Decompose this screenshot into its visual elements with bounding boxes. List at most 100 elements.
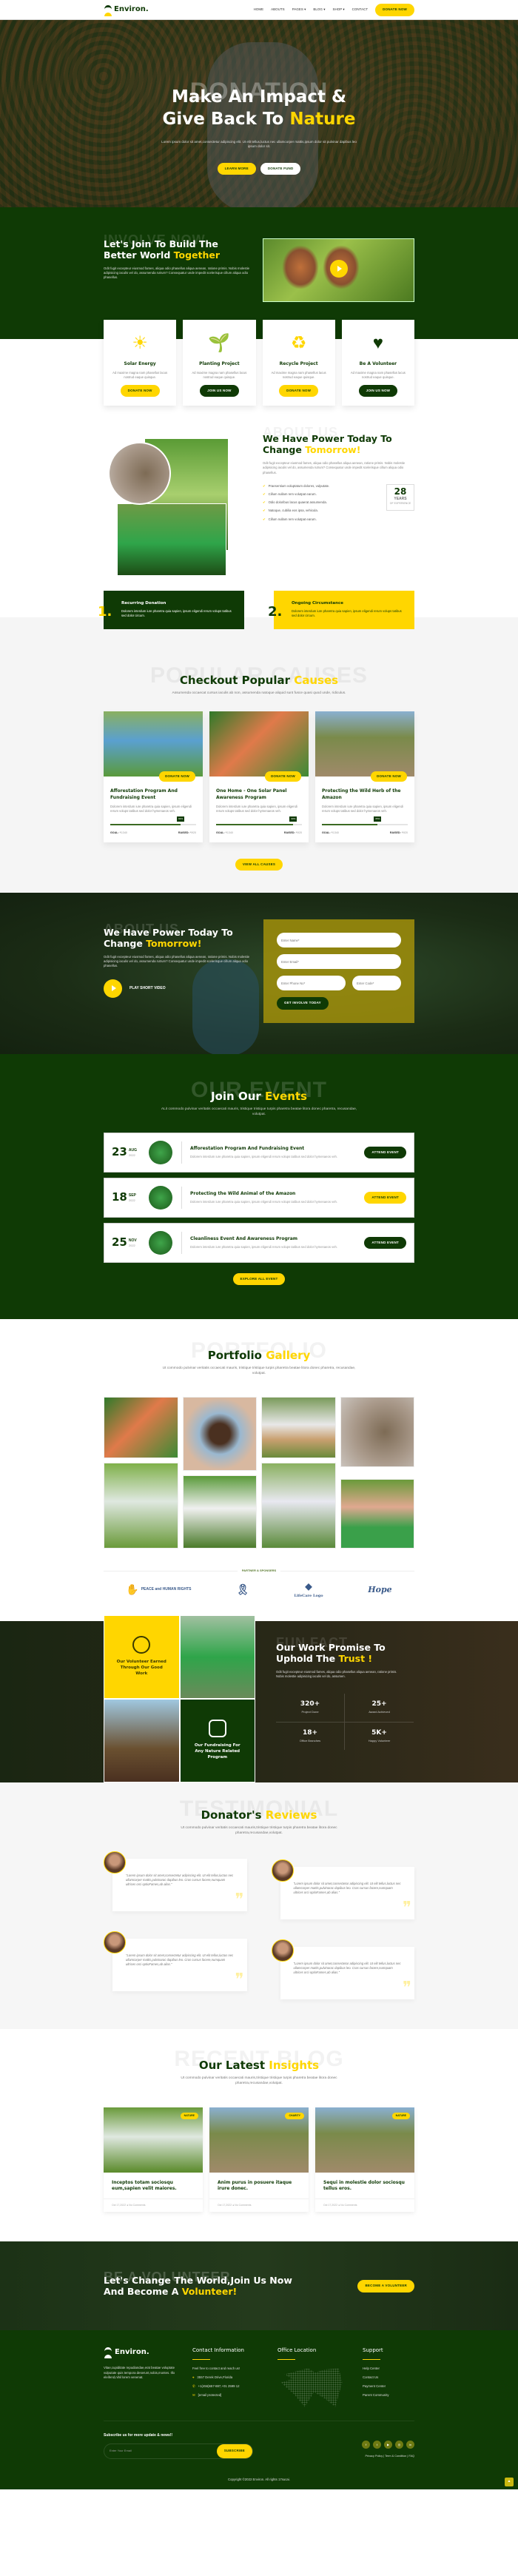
nav-item-pages[interactable]: PAGES ▾: [292, 7, 306, 13]
event-date: 18 SEP 2022: [112, 1190, 149, 1206]
play-short-video-label[interactable]: PLAY SHORT VIDEO: [130, 986, 166, 991]
faq-link[interactable]: FAQ: [408, 2455, 414, 2458]
phone-input[interactable]: [277, 976, 346, 991]
cause-image[interactable]: DONATE NOW: [209, 711, 309, 782]
step-text: Dolorem interdum iure pharetra quia sapi…: [121, 609, 232, 618]
gallery-image-monkey[interactable]: [340, 1397, 414, 1468]
blog-image[interactable]: CHARITY: [209, 2107, 309, 2173]
cause-donate-button[interactable]: DONATE NOW: [265, 771, 301, 782]
subscribe-button[interactable]: SUBSCRIBE: [216, 2444, 252, 2458]
attend-event-button[interactable]: ATTEND EVENT: [364, 1191, 406, 1204]
youtube-icon[interactable]: ▶: [384, 2441, 392, 2449]
learn-more-button[interactable]: LEARN MORE: [217, 162, 256, 175]
blog-comments[interactable]: No Comments: [129, 2204, 145, 2207]
facebook-icon[interactable]: f: [362, 2441, 370, 2449]
partner-logo-hope[interactable]: Hope: [368, 1584, 391, 1596]
service-button[interactable]: JOIN US NOW: [200, 384, 239, 398]
support-link[interactable]: Parent Community: [363, 2393, 414, 2398]
nav-item-home[interactable]: HOME: [254, 7, 264, 13]
service-button[interactable]: DONATE NOW: [120, 384, 160, 398]
blog-title[interactable]: Anim purus in posuere itaque irure donec…: [209, 2173, 309, 2200]
nav-item-blog[interactable]: BLOG ▾: [313, 7, 325, 13]
raised-label: RAISED:: [283, 831, 295, 835]
service-button[interactable]: JOIN US NOW: [358, 384, 398, 398]
nav-item-contact[interactable]: CONTACT: [352, 7, 368, 13]
scroll-to-top-button[interactable]: ▲: [505, 2478, 514, 2487]
gallery-image-volunteers[interactable]: [104, 1463, 178, 1549]
quote-icon: ❞: [235, 1890, 244, 1909]
ribbon-icon: 🎗: [236, 1583, 249, 1596]
linkedin-icon[interactable]: in: [406, 2441, 414, 2449]
fox-video-thumbnail[interactable]: [263, 238, 414, 302]
logo[interactable]: Environ.: [104, 4, 149, 16]
raised-label: RAISED:: [389, 831, 401, 835]
gallery-image-kids-recycling[interactable]: [340, 1479, 414, 1549]
name-input[interactable]: [277, 933, 401, 948]
cause-title[interactable]: Protecting the Wild Herb of the Amazon: [322, 788, 408, 801]
hero-title-highlight: Nature: [289, 109, 356, 129]
blog-image[interactable]: NATURE: [104, 2107, 203, 2173]
become-volunteer-button[interactable]: BECOME A VOLUNTEER: [357, 2280, 414, 2292]
email-input[interactable]: [277, 954, 401, 970]
view-all-causes-button[interactable]: VIEW ALL CAUSES: [235, 858, 283, 871]
play-short-video-button[interactable]: [104, 979, 122, 998]
attend-event-button[interactable]: ATTEND EVENT: [364, 1146, 406, 1159]
cause-donate-button[interactable]: DONATE NOW: [159, 771, 195, 782]
cause-donate-button[interactable]: DONATE NOW: [371, 771, 407, 782]
support-link[interactable]: Help Center: [363, 2367, 414, 2371]
gallery-image-cleanup-team[interactable]: [182, 1475, 257, 1549]
title-line2: And Become A: [104, 2286, 182, 2298]
nav-item-shop[interactable]: SHOP ▾: [332, 7, 344, 13]
gallery-image-hands-soil[interactable]: [182, 1397, 257, 1472]
get-involved-form: GET INVOLVE TODAY: [263, 919, 414, 1024]
stat-item: 5K+ Happy Volunteer: [345, 1723, 414, 1751]
code-input[interactable]: [352, 976, 401, 991]
event-title[interactable]: Protecting the Wild Animal of the Amazon: [190, 1191, 364, 1198]
footer-logo[interactable]: Environ.: [104, 2347, 178, 2359]
donate-fund-button[interactable]: DONATE FUND: [260, 162, 301, 175]
phone-line[interactable]: ✆ +1(456)657-887,+01 2599 12: [192, 2384, 263, 2389]
blog-tag[interactable]: NATURE: [391, 2112, 410, 2119]
blog-title[interactable]: Sequi in molestie dolor sociosqu tellus …: [315, 2173, 414, 2200]
support-link[interactable]: Contact Us: [363, 2375, 414, 2380]
reviewer-avatar: [271, 1939, 294, 1962]
play-video-button[interactable]: [330, 260, 348, 278]
title-line2: Change: [104, 938, 147, 950]
blog-comments[interactable]: No Comments: [340, 2204, 357, 2207]
twitter-icon[interactable]: t: [373, 2441, 381, 2449]
review-text: "Lorem ipsum dolor sit amet,consectetur …: [126, 1873, 234, 1886]
gallery-image-rooftops[interactable]: [104, 1397, 178, 1459]
donate-now-button[interactable]: DONATE NOW: [375, 4, 414, 16]
gallery-image-donation-boxes[interactable]: [261, 1397, 336, 1459]
event-title[interactable]: Cleanliness Event And Awareness Program: [190, 1236, 364, 1243]
cause-image[interactable]: DONATE NOW: [104, 711, 203, 782]
quote-icon: ❞: [403, 1898, 411, 1917]
blog-tag[interactable]: NATURE: [180, 2112, 198, 2119]
partner-logo-lifecare[interactable]: ◆ LifeCare Logo: [294, 1580, 323, 1599]
support-link[interactable]: Payment Center: [363, 2384, 414, 2389]
cause-title[interactable]: One Home - One Solar Panel Awareness Pro…: [216, 788, 302, 801]
gallery-image-litter-pickup[interactable]: [261, 1463, 336, 1549]
attend-event-button[interactable]: ATTEND EVENT: [364, 1236, 406, 1250]
blog-comments[interactable]: No Comments: [235, 2204, 251, 2207]
service-button[interactable]: DONATE NOW: [279, 384, 319, 398]
blog-image[interactable]: NATURE: [315, 2107, 414, 2173]
explore-all-event-button[interactable]: EXPLORE ALL EVENT: [232, 1272, 286, 1286]
terms-link[interactable]: Term & Condition: [385, 2455, 406, 2458]
partner-logo-ribbon[interactable]: 🎗: [236, 1582, 249, 1597]
subscribe-email-input[interactable]: Enter Your Email: [110, 2449, 132, 2453]
title-highlight: Reviews: [265, 1808, 317, 1822]
instagram-icon[interactable]: ◎: [395, 2441, 403, 2449]
blog-title[interactable]: Inceptos totam sociosqu eum,sapien velit…: [104, 2173, 203, 2200]
cause-image[interactable]: DONATE NOW: [315, 711, 414, 782]
blog-tag[interactable]: CHARITY: [285, 2112, 304, 2119]
event-title[interactable]: Afforestation Program And Fundraising Ev…: [190, 1146, 364, 1153]
partner-logo-peace[interactable]: ✋ PEACE and HUMAN RIGHTS: [126, 1582, 191, 1597]
email-line[interactable]: ✉ [email protected]: [192, 2393, 263, 2398]
get-involve-today-button[interactable]: GET INVOLVE TODAY: [277, 997, 329, 1010]
heart-hands-icon: ♥: [372, 332, 383, 353]
cause-title[interactable]: Afforestation Program And Fundraising Ev…: [110, 788, 196, 801]
nav-item-abouts[interactable]: ABOUTS: [271, 7, 285, 13]
blog-date: Oct 17,2022: [323, 2204, 338, 2207]
privacy-policy-link[interactable]: Privacy Policy: [365, 2455, 383, 2458]
